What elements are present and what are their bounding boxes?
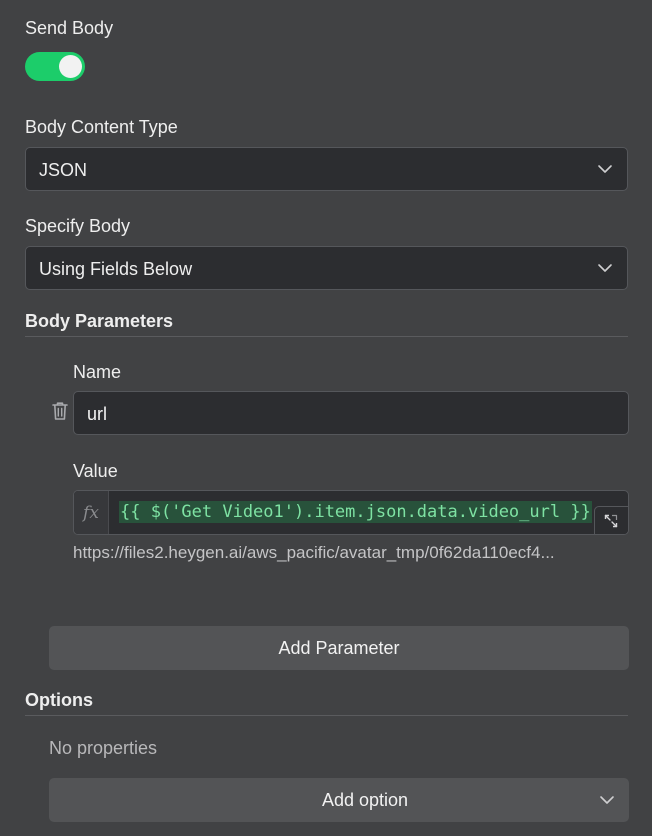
add-parameter-button[interactable]: Add Parameter: [49, 626, 629, 670]
fx-icon: fx: [74, 491, 109, 534]
param-name-label: Name: [73, 362, 122, 382]
param-value-expression-input[interactable]: fx {{ $('Get Video1').item.json.data.vid…: [73, 490, 629, 535]
toggle-knob: [59, 55, 82, 78]
param-value-preview: https://files2.heygen.ai/aws_pacific/ava…: [73, 543, 555, 562]
param-value-label: Value: [73, 461, 118, 481]
body-parameters-title: Body Parameters: [25, 311, 174, 331]
divider: [25, 715, 628, 716]
specify-body-label: Specify Body: [25, 216, 131, 236]
specify-body-value: Using Fields Below: [39, 259, 193, 279]
chevron-down-icon: [600, 796, 614, 804]
body-content-type-value: JSON: [39, 160, 88, 180]
send-body-toggle[interactable]: [25, 52, 85, 81]
no-properties-text: No properties: [49, 738, 158, 758]
options-title: Options: [25, 690, 93, 710]
send-body-label: Send Body: [25, 18, 114, 38]
param-value-expression: {{ $('Get Video1').item.json.data.video_…: [119, 501, 592, 523]
body-content-type-label: Body Content Type: [25, 117, 178, 137]
expand-icon: [604, 514, 618, 528]
add-option-label: Add option: [321, 790, 409, 810]
add-option-button[interactable]: Add option: [49, 778, 629, 822]
specify-body-select[interactable]: Using Fields Below: [25, 246, 628, 290]
trash-icon[interactable]: [51, 401, 69, 421]
expand-expression-button[interactable]: [594, 506, 628, 534]
chevron-down-icon: [598, 264, 612, 272]
chevron-down-icon: [598, 165, 612, 173]
param-name-input[interactable]: url: [73, 391, 629, 435]
http-request-body-panel: Send Body Body Content Type JSON Specify…: [0, 0, 652, 836]
param-name-value: url: [87, 404, 108, 424]
divider: [25, 336, 628, 337]
body-content-type-select[interactable]: JSON: [25, 147, 628, 191]
